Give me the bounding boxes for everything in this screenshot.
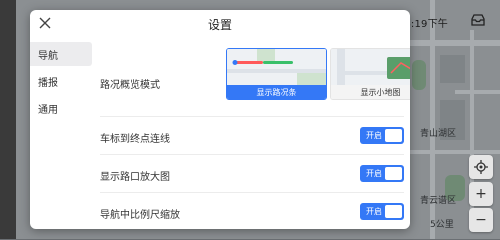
- sidebar-item-general[interactable]: 通用: [30, 96, 94, 120]
- toggle-state-text: 开启: [366, 169, 382, 178]
- settings-dialog: 设置 导航 播报 通用 路况概览模式 显示路况条 显示小地图 车标到终点连线 开…: [30, 10, 410, 229]
- mode-caption: 显示路况条: [227, 85, 326, 99]
- mini-map-preview: [331, 49, 410, 87]
- map-label-district1: 青山湖区: [420, 129, 457, 139]
- plus-icon: +: [475, 186, 487, 202]
- toggle-knob: [385, 205, 402, 218]
- map-scale-label: 5公里: [430, 220, 454, 230]
- map-label-district2: 青云谱区: [420, 196, 457, 206]
- toggle-knob: [385, 167, 402, 180]
- inbox-icon[interactable]: [470, 13, 486, 27]
- locate-button[interactable]: [469, 155, 493, 179]
- sidebar-item-broadcast[interactable]: 播报: [30, 69, 94, 93]
- toggle-state-text: 开启: [366, 131, 382, 140]
- setting-row-scale-zoom: 导航中比例尺缩放 开启: [100, 193, 404, 229]
- locate-icon: [474, 160, 488, 174]
- junction-zoom-toggle[interactable]: 开启: [360, 165, 404, 182]
- setting-label: 导航中比例尺缩放: [100, 210, 180, 221]
- setting-label: 车标到终点连线: [100, 134, 170, 145]
- sidebar-item-label: 播报: [38, 77, 58, 89]
- sidebar-item-label: 通用: [38, 104, 58, 116]
- settings-sidebar: 导航 播报 通用: [30, 42, 94, 123]
- toggle-state-text: 开启: [366, 207, 382, 216]
- mode-option-mini-map[interactable]: 显示小地图: [330, 48, 410, 100]
- settings-content: 路况概览模式 显示路况条 显示小地图 车标到终点连线 开启 显示路口放大图 开启…: [100, 48, 410, 229]
- setting-label: 显示路口放大图: [100, 172, 170, 183]
- route-line-toggle[interactable]: 开启: [360, 127, 404, 144]
- mode-option-traffic-bar[interactable]: 显示路况条: [226, 48, 327, 100]
- scale-zoom-toggle[interactable]: 开启: [360, 203, 404, 220]
- minus-icon: −: [475, 212, 487, 228]
- setting-row-route-line: 车标到终点连线 开启: [100, 117, 404, 155]
- left-edge-bar: [0, 0, 16, 239]
- toggle-knob: [385, 129, 402, 142]
- zoom-out-button[interactable]: −: [469, 208, 493, 232]
- dialog-title: 设置: [207, 18, 232, 32]
- overview-mode-label: 路况概览模式: [100, 80, 160, 91]
- mode-caption: 显示小地图: [331, 85, 410, 99]
- sidebar-item-label: 导航: [38, 50, 58, 62]
- overview-mode-row: 路况概览模式 显示路况条 显示小地图: [100, 48, 410, 117]
- sidebar-item-navigation[interactable]: 导航: [30, 42, 92, 66]
- setting-row-junction-zoom: 显示路口放大图 开启: [100, 155, 404, 193]
- traffic-bar-preview: [227, 49, 326, 87]
- zoom-in-button[interactable]: +: [469, 182, 493, 206]
